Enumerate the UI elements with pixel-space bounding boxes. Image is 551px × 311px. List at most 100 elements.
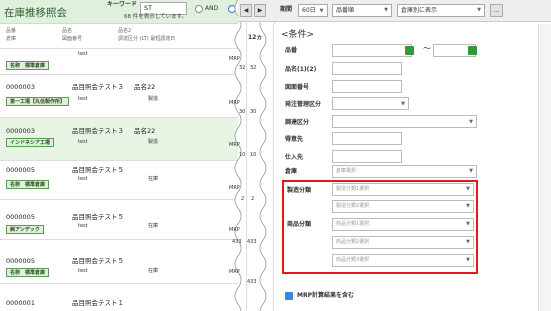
range-separator: 〜: [423, 44, 431, 53]
mrp-include-checkbox[interactable]: [285, 292, 293, 306]
mrp-label: MRP: [229, 227, 240, 233]
search-icon[interactable]: [405, 46, 414, 55]
list-item[interactable]: test 名称 標準倉庫: [0, 49, 238, 75]
warehouse-badge: 名称 標準倉庫: [6, 180, 50, 189]
row-drawing: test: [78, 51, 88, 57]
mrp-label: MRP: [229, 185, 240, 191]
item-code-from-input[interactable]: [332, 44, 412, 57]
period-select[interactable]: 60日 ▼: [298, 4, 328, 17]
row-procurement: 在庫: [148, 223, 159, 229]
mrp-value: 30: [239, 109, 246, 115]
row-procurement: 在庫: [148, 176, 159, 182]
chevron-down-icon: ▼: [466, 186, 470, 192]
mrp-include-label: MRP計算結果を含む: [297, 292, 354, 299]
chevron-down-icon: ▼: [469, 168, 473, 174]
row-name: 品目照会テスト５: [72, 166, 124, 174]
list-item-selected[interactable]: 0000003 品目照会テスト３ 品名22 test 製造 インドネシア工場: [0, 118, 238, 161]
more-button[interactable]: ...: [490, 4, 503, 17]
keyword-label: キーワード: [107, 1, 138, 8]
list-item[interactable]: 0000005 品目照会テスト５ test 在庫 ㈱アンデック: [0, 200, 238, 240]
display-select[interactable]: 倉庫別に表示 ▼: [397, 4, 485, 17]
chevron-down-icon: ▼: [319, 8, 324, 14]
product-class-2-placeholder: 商品分類2選択: [336, 239, 370, 245]
search-icon[interactable]: [468, 46, 477, 55]
row-name: 品目照会テスト３: [72, 127, 124, 135]
page-title: 在庫推移照会: [4, 7, 67, 19]
row-name: 品目照会テスト５: [72, 257, 124, 265]
item-name-input[interactable]: [332, 62, 402, 75]
warehouse-placeholder: 倉庫選択: [336, 168, 357, 174]
drawing-no-input[interactable]: [332, 80, 402, 93]
mrp-label: MRP: [229, 100, 240, 106]
warehouse-badge: 名称 標準倉庫: [6, 61, 50, 70]
chevron-down-icon: ▼: [477, 7, 481, 13]
list-item[interactable]: 0000003 品目照会テスト３ 品名22 test 製造 第一工場【丸信製作所…: [0, 75, 238, 118]
mfg-class-1-placeholder: 製造分類1選択: [336, 186, 370, 192]
next-button[interactable]: ▶: [254, 4, 266, 17]
display-value: 倉庫別に表示: [401, 7, 438, 14]
row-drawing: test: [78, 223, 88, 229]
list-item[interactable]: 0000005 品目照会テスト５ test 在庫 名称 標準倉庫: [0, 240, 238, 284]
warehouse-badge: 名称 標準倉庫: [6, 268, 50, 277]
row-drawing: test: [78, 139, 88, 145]
scrollbar[interactable]: [538, 24, 551, 311]
row-name: 品目照会テスト５: [72, 213, 124, 221]
row-name2: 品名22: [134, 83, 156, 91]
vendor-input[interactable]: [332, 150, 402, 163]
inventory-transition-page: 在庫推移照会 キーワード ST AND 68 件を表示しています。 品番 倉庫 …: [0, 0, 551, 311]
period-value: 60日: [302, 7, 316, 14]
col-item-name: 品名: [62, 28, 73, 34]
result-count: 68 件を表示しています。: [124, 14, 188, 20]
mrp-label: MRP: [229, 56, 240, 62]
mrp-value: 433: [247, 239, 257, 245]
mfg-class-2-placeholder: 製造分類2選択: [336, 203, 370, 209]
row-code: 0000005: [6, 213, 35, 221]
order-mgmt-select[interactable]: ▼: [332, 97, 409, 110]
row-drawing: test: [78, 268, 88, 274]
item-name-label: 品名(1)(2): [285, 66, 317, 73]
prev-button[interactable]: ◀: [240, 4, 252, 17]
sort-select[interactable]: 品番順 ▼: [332, 4, 392, 17]
mfg-class-2-select[interactable]: 製造分類2選択 ▼: [332, 200, 474, 213]
and-radio[interactable]: [195, 5, 203, 13]
mrp-label: MRP: [229, 269, 240, 275]
product-class-2-select[interactable]: 商品分類2選択 ▼: [332, 236, 474, 249]
mrp-label: MRP: [229, 142, 240, 148]
mrp-value: 2: [251, 196, 255, 202]
col-item-code: 品番: [6, 28, 17, 34]
row-name2: 品名22: [134, 127, 156, 135]
chevron-down-icon: ▼: [466, 257, 470, 263]
order-mgmt-label: 発注管理区分: [285, 101, 322, 108]
row-procurement: 製造: [148, 139, 159, 145]
row-name: 品目照会テスト１: [72, 299, 124, 307]
row-name: 品目照会テスト３: [72, 83, 124, 91]
col-item-name2: 品名2: [118, 28, 132, 34]
customer-label: 得意先: [285, 136, 304, 143]
drawing-no-label: 図面番号: [285, 84, 310, 91]
product-class-1-select[interactable]: 商品分類1選択 ▼: [332, 218, 474, 231]
warehouse-label: 倉庫: [285, 168, 298, 175]
product-class-3-placeholder: 商品分類3選択: [336, 257, 370, 263]
mrp-value: 32: [239, 65, 246, 71]
col-warehouse: 倉庫: [6, 36, 17, 42]
procurement-select[interactable]: ▼: [332, 115, 477, 128]
row-code: 0000005: [6, 166, 35, 174]
list-item[interactable]: 0000001 品目照会テスト１: [0, 284, 238, 311]
vendor-label: 仕入先: [285, 154, 304, 161]
row-code: 0000003: [6, 83, 35, 91]
chevron-down-icon: ▼: [466, 203, 470, 209]
mrp-value: 2: [241, 196, 245, 202]
row-code: 0000005: [6, 257, 35, 265]
list-column-header: 品番 倉庫 品名 図面番号 品名2 調達区分 (LT) 最短調達日: [0, 25, 238, 49]
period-label: 期間: [280, 6, 293, 13]
mrp-value: 10: [239, 152, 246, 158]
warehouse-select[interactable]: 倉庫選択 ▼: [332, 165, 477, 178]
customer-input[interactable]: [332, 132, 402, 145]
chevron-down-icon: ▼: [384, 7, 388, 13]
warehouse-badge: ㈱アンデック: [6, 225, 44, 234]
sort-value: 品番順: [336, 7, 355, 14]
mfg-class-1-select[interactable]: 製造分類1選択 ▼: [332, 183, 474, 196]
row-code: 0000003: [6, 127, 35, 135]
product-class-3-select[interactable]: 商品分類3選択 ▼: [332, 254, 474, 267]
list-item[interactable]: 0000005 品目照会テスト５ test 在庫 名称 標準倉庫: [0, 161, 238, 200]
